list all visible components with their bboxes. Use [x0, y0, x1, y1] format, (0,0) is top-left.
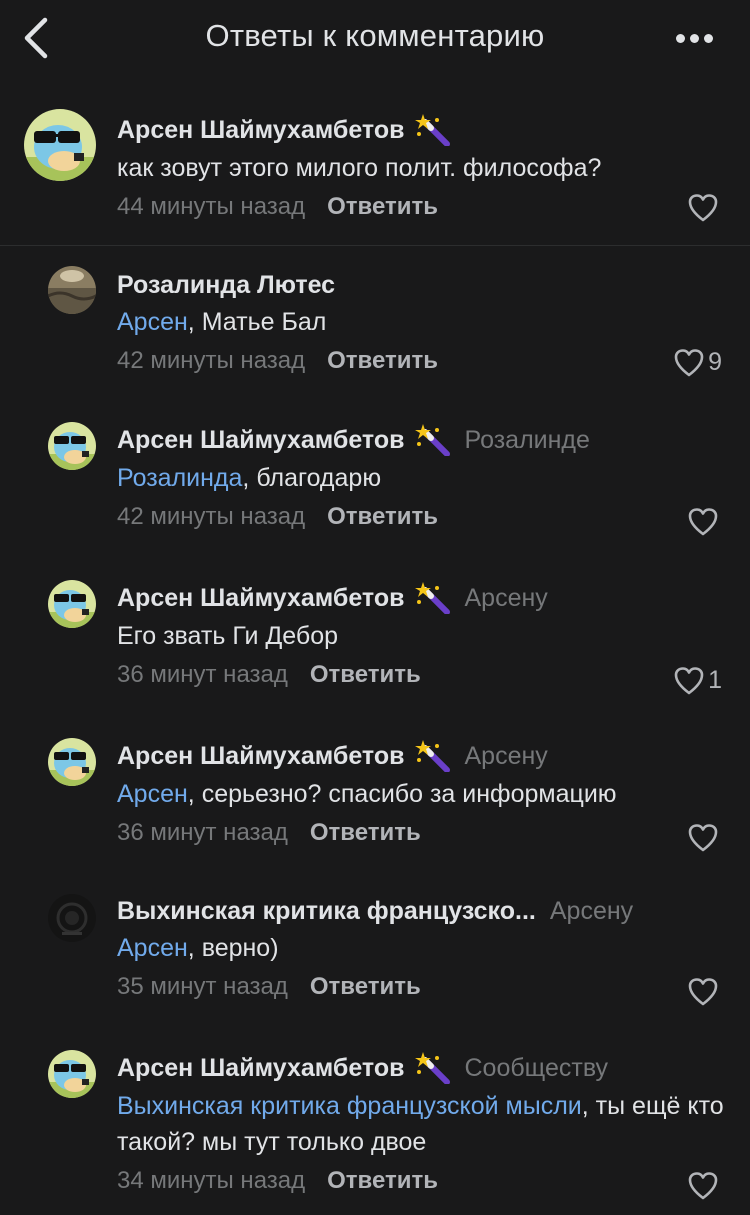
reply-comment: Арсен Шаймухамбетов Арсену Арсен, серьез…	[0, 736, 750, 866]
author-name[interactable]: Выхинская критика французско...	[117, 896, 536, 926]
comment-text: как зовут этого милого полит. философа?	[117, 154, 602, 182]
heart-icon	[688, 1172, 718, 1200]
reply-to-label[interactable]: Арсену	[465, 583, 548, 613]
magic-wand-icon	[414, 582, 450, 614]
reply-to-label[interactable]: Розалинде	[465, 425, 590, 455]
comment-text: , серьезно? спасибо за информацию	[187, 780, 617, 808]
heart-icon	[674, 666, 704, 694]
reply-button[interactable]: Ответить	[310, 819, 421, 846]
divider	[0, 245, 750, 246]
top-bar: Ответы к комментарию	[0, 0, 750, 76]
reply-to-label[interactable]: Сообществу	[465, 1053, 609, 1083]
reply-button[interactable]: Ответить	[327, 193, 438, 220]
author-name[interactable]: Арсен Шаймухамбетов	[117, 425, 405, 455]
author-name[interactable]: Арсен Шаймухамбетов	[117, 741, 405, 771]
like-button[interactable]	[688, 508, 722, 536]
timestamp: 44 минуты назад	[117, 193, 306, 220]
reply-to-label[interactable]: Арсену	[465, 741, 548, 771]
mention-link[interactable]: Розалинда	[117, 464, 242, 492]
timestamp: 35 минут назад	[117, 973, 288, 1000]
heart-icon	[688, 508, 718, 536]
mention-link[interactable]: Арсен	[117, 934, 188, 962]
like-count: 1	[708, 666, 722, 694]
like-button[interactable]: 9	[674, 348, 722, 377]
reply-button[interactable]: Ответить	[310, 973, 421, 1000]
reply-comment: Арсен Шаймухамбетов Арсену Его звать Ги …	[0, 578, 750, 708]
page-title: Ответы к комментарию	[205, 18, 545, 53]
comment-text: , Матье Бал	[187, 308, 327, 336]
timestamp: 34 минуты назад	[117, 1167, 306, 1194]
reply-button[interactable]: Ответить	[310, 661, 421, 688]
avatar[interactable]	[48, 422, 96, 470]
reply-comment: Розалинда Лютес Арсен, Матье Бал 42 мину…	[0, 266, 750, 396]
avatar[interactable]	[48, 266, 96, 314]
magic-wand-icon	[414, 1052, 450, 1084]
author-name[interactable]: Розалинда Лютес	[117, 270, 335, 300]
reply-button[interactable]: Ответить	[327, 1167, 438, 1194]
avatar[interactable]	[24, 109, 96, 181]
timestamp: 36 минут назад	[117, 661, 288, 688]
timestamp: 42 минуты назад	[117, 347, 306, 374]
like-button[interactable]	[688, 1172, 722, 1200]
author-name[interactable]: Арсен Шаймухамбетов	[117, 583, 405, 613]
like-button[interactable]	[688, 194, 722, 222]
more-dot-icon	[703, 33, 713, 43]
comment-text: Его звать Ги Дебор	[117, 622, 339, 650]
more-dot-icon	[675, 33, 685, 43]
magic-wand-icon	[414, 740, 450, 772]
comment-text: , благодарю	[242, 464, 382, 492]
like-button[interactable]	[688, 978, 722, 1006]
timestamp: 36 минут назад	[117, 819, 288, 846]
author-name[interactable]: Арсен Шаймухамбетов	[117, 115, 405, 145]
magic-wand-icon	[414, 114, 450, 146]
like-button[interactable]	[688, 824, 722, 852]
reply-comment: Выхинская критика французско... Арсену А…	[0, 892, 750, 1022]
reply-comment: Арсен Шаймухамбетов Сообществу Выхинская…	[0, 1048, 750, 1208]
comment-text: , верно)	[187, 934, 279, 962]
reply-to-label[interactable]: Арсену	[550, 896, 633, 926]
reply-comment: Арсен Шаймухамбетов Розалинде Розалинда,…	[0, 420, 750, 550]
heart-icon	[688, 824, 718, 852]
avatar[interactable]	[48, 738, 96, 786]
mention-link[interactable]: Арсен	[117, 780, 188, 808]
like-button[interactable]: 1	[674, 666, 722, 695]
avatar[interactable]	[48, 1050, 96, 1098]
avatar[interactable]	[48, 580, 96, 628]
magic-wand-icon	[414, 424, 450, 456]
timestamp: 42 минуты назад	[117, 503, 306, 530]
like-count: 9	[708, 348, 722, 376]
more-options-button[interactable]	[666, 22, 722, 54]
heart-icon	[688, 194, 718, 222]
reply-button[interactable]: Ответить	[327, 503, 438, 530]
reply-button[interactable]: Ответить	[327, 347, 438, 374]
heart-icon	[688, 978, 718, 1006]
more-dot-icon	[689, 33, 699, 43]
mention-link[interactable]: Арсен	[117, 308, 188, 336]
heart-icon	[674, 348, 704, 376]
author-name[interactable]: Арсен Шаймухамбетов	[117, 1053, 405, 1083]
avatar[interactable]	[48, 894, 96, 942]
mention-link[interactable]: Выхинская критика французской мысли	[117, 1092, 582, 1120]
main-comment: Арсен Шаймухамбетов как зовут этого мило…	[0, 108, 750, 238]
